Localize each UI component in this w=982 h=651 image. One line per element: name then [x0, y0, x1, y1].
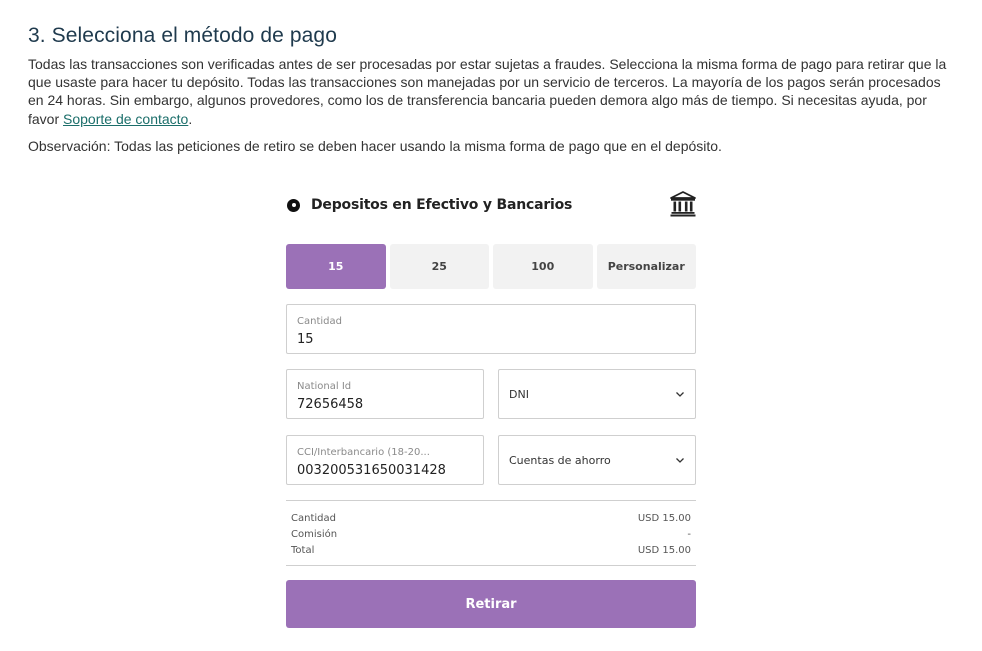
chevron-down-icon: [676, 458, 684, 463]
summary-total-label: Total: [291, 545, 315, 556]
account-type-value: Cuentas de ahorro: [509, 453, 611, 467]
amount-field-label: Cantidad: [297, 316, 342, 327]
id-type-value: DNI: [509, 387, 529, 401]
summary-total-row: Total USD 15.00: [291, 543, 691, 559]
national-id-row: National Id 72656458 DNI: [286, 369, 696, 419]
national-id-field[interactable]: National Id 72656458: [286, 369, 484, 419]
cci-label: CCI/Interbancario (18-20...: [297, 447, 430, 458]
description-end: .: [188, 110, 193, 127]
amount-presets: 15 25 100 Personalizar: [286, 244, 696, 289]
national-id-value[interactable]: 72656458: [297, 397, 473, 412]
section-description: Todas las transacciones son verificadas …: [28, 55, 953, 128]
amount-field-value[interactable]: 15: [297, 332, 685, 347]
amount-field[interactable]: Cantidad 15: [286, 304, 696, 354]
summary-amount-row: Cantidad USD 15.00: [291, 511, 691, 527]
bank-icon: [670, 191, 696, 217]
id-type-select[interactable]: DNI: [498, 369, 696, 419]
support-link[interactable]: Soporte de contacto: [63, 111, 188, 127]
amount-preset-25[interactable]: 25: [389, 244, 489, 289]
summary-total-value: USD 15.00: [637, 545, 691, 556]
chevron-down-icon: [676, 392, 684, 397]
summary-fee-value: -: [687, 529, 691, 540]
cci-row: CCI/Interbancario (18-20... 003200531650…: [286, 435, 696, 485]
section-note: Observación: Todas las peticiones de ret…: [28, 137, 722, 154]
summary-fee-row: Comisión -: [291, 527, 691, 543]
withdraw-form: Depositos en Efectivo y Bancarios 15 25 …: [286, 188, 696, 628]
section-title: 3. Selecciona el método de pago: [28, 24, 337, 47]
amount-preset-15[interactable]: 15: [286, 244, 386, 289]
method-label: Depositos en Efectivo y Bancarios: [311, 197, 573, 213]
payment-method-option[interactable]: Depositos en Efectivo y Bancarios: [286, 188, 696, 222]
summary-amount-value: USD 15.00: [637, 513, 691, 524]
amount-preset-custom[interactable]: Personalizar: [596, 244, 696, 289]
method-radio[interactable]: [287, 198, 300, 212]
cci-field[interactable]: CCI/Interbancario (18-20... 003200531650…: [286, 435, 484, 485]
national-id-label: National Id: [297, 381, 352, 392]
withdraw-button[interactable]: Retirar: [286, 580, 696, 628]
withdraw-summary: Cantidad USD 15.00 Comisión - Total USD …: [286, 500, 696, 566]
amount-preset-100[interactable]: 100: [493, 244, 593, 289]
summary-fee-label: Comisión: [291, 529, 338, 540]
account-type-select[interactable]: Cuentas de ahorro: [498, 435, 696, 485]
cci-value[interactable]: 003200531650031428: [297, 463, 473, 478]
payment-method-section: 3. Selecciona el método de pago Todas la…: [28, 24, 953, 155]
summary-amount-label: Cantidad: [291, 513, 336, 524]
